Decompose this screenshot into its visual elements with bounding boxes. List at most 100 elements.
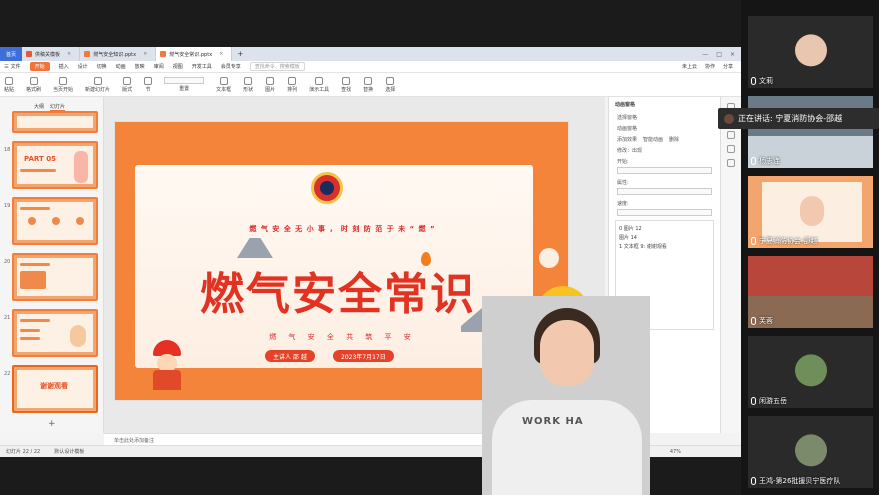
- slide-thumb-20[interactable]: 20: [4, 253, 98, 301]
- new-slide-icon: [93, 76, 102, 85]
- anim-pane-title: 动画窗格: [615, 102, 636, 108]
- menu-insert[interactable]: 插入: [59, 63, 69, 70]
- delete-button[interactable]: 删除: [669, 136, 679, 143]
- presentation-tools-button[interactable]: 演示工具: [309, 76, 329, 93]
- anim-item[interactable]: 图片 14: [619, 233, 710, 242]
- tab-slides[interactable]: 幻灯片: [50, 103, 66, 111]
- menu-view[interactable]: 视图: [173, 63, 183, 70]
- menu-developer[interactable]: 开发工具: [192, 63, 212, 70]
- slide-thumb-21[interactable]: 21: [4, 309, 98, 357]
- menu-member[interactable]: 会员专享: [221, 63, 241, 70]
- tools-icon: [315, 76, 324, 85]
- participant-video[interactable]: 文莉: [748, 16, 873, 88]
- collab-button[interactable]: 协作: [705, 63, 715, 70]
- ppt-icon: [160, 51, 167, 57]
- participant-video[interactable]: 闲游五岳: [748, 336, 873, 408]
- thumb-title: PART 05: [24, 155, 56, 163]
- command-search-input[interactable]: 查找命令、搜索模板: [249, 62, 305, 71]
- slide-thumb-17[interactable]: [12, 111, 98, 133]
- tab-outline[interactable]: 大纲: [34, 103, 44, 111]
- layout-button[interactable]: 版式: [122, 76, 132, 93]
- arrange-icon: [288, 76, 297, 85]
- app-root: 首页 供稿关模板 × 燃气安全知识.pptx × 燃气安全常识.pptx × + — …: [0, 0, 879, 495]
- shape-button[interactable]: 形状: [243, 76, 253, 93]
- slide-thumb-19[interactable]: 19: [4, 197, 98, 245]
- start-label: 开始:: [617, 159, 629, 165]
- shape-tool-icon[interactable]: [727, 131, 735, 139]
- select-pane-link[interactable]: 选择窗格: [609, 112, 720, 123]
- participant-video[interactable]: 王鸿-第26批援贝宁医疗队: [748, 416, 873, 488]
- format-painter-button[interactable]: 格式刷: [26, 76, 41, 93]
- play-from-current-button[interactable]: 当页开始: [53, 76, 73, 93]
- settings-tool-icon[interactable]: [727, 159, 735, 167]
- smart-anim-button[interactable]: 智能动画: [643, 136, 663, 143]
- anim-pane-link[interactable]: 动画窗格: [609, 123, 720, 134]
- slide-count: 幻灯片 22 / 22: [6, 449, 41, 455]
- textbox-icon: [219, 76, 228, 85]
- menu-animation[interactable]: 动画: [116, 63, 126, 70]
- shape-icon: [244, 76, 253, 85]
- new-tab-icon[interactable]: +: [232, 50, 243, 58]
- slide-thumbnail-pane: 大纲 幻灯片 18 PART 05 19 20 21 22 谢谢观看 +: [0, 97, 104, 433]
- close-window-icon[interactable]: ×: [730, 51, 735, 58]
- avatar: [794, 354, 827, 387]
- tab-gas-safety[interactable]: 燃气安全常识.pptx ×: [156, 47, 233, 61]
- menu-design[interactable]: 设计: [78, 63, 88, 70]
- select-button[interactable]: 选择: [385, 76, 395, 93]
- speed-select[interactable]: [617, 209, 712, 216]
- arrange-button[interactable]: 排列: [287, 76, 297, 93]
- brush-icon: [29, 76, 38, 85]
- find-button[interactable]: 查找: [341, 76, 351, 93]
- participant-video[interactable]: 杨志连: [748, 96, 873, 168]
- menu-start[interactable]: 开始: [29, 62, 50, 71]
- add-slide-icon[interactable]: +: [48, 419, 56, 429]
- ribbon-toolbar: 粘贴 格式刷 当页开始 新建幻灯片 版式 节 重置 文本框 形状 图片 排列 演…: [0, 73, 741, 97]
- wps-icon: [26, 51, 33, 57]
- girl-illustration: [74, 151, 88, 183]
- participant-video[interactable]: 芙蓉: [748, 256, 873, 328]
- menu-transition[interactable]: 切换: [97, 63, 107, 70]
- slide-thumb-22[interactable]: 22 谢谢观看: [4, 365, 98, 413]
- style-tool-icon[interactable]: [727, 145, 735, 153]
- participants-panel: 文莉 杨志连 宁夏消防协会-邵越 芙蓉 闲游五岳 王鸿-第26批援贝宁医疗队: [741, 0, 879, 495]
- replace-button[interactable]: 替换: [363, 76, 373, 93]
- new-slide-button[interactable]: 新建幻灯片: [85, 76, 110, 93]
- modify-label: 修改：出现: [617, 148, 643, 154]
- close-icon[interactable]: ×: [219, 51, 223, 57]
- paste-button[interactable]: 粘贴: [4, 76, 14, 93]
- zoom-level[interactable]: 47%: [670, 449, 741, 455]
- start-select[interactable]: [617, 167, 712, 174]
- mic-icon: [751, 477, 756, 485]
- property-select[interactable]: [617, 188, 712, 195]
- maximize-icon[interactable]: □: [716, 51, 722, 58]
- anim-item[interactable]: 0 图片 12: [619, 224, 710, 233]
- section-button[interactable]: 节: [144, 76, 153, 93]
- tab-home[interactable]: 首页: [0, 47, 23, 61]
- add-effect-button[interactable]: 添加效果: [617, 136, 637, 143]
- thumb-title: 谢谢观看: [40, 382, 68, 390]
- anim-item[interactable]: 1 文本框 9: 谢谢观看: [619, 242, 710, 251]
- tab-template[interactable]: 供稿关模板 ×: [22, 47, 81, 61]
- ppt-icon: [84, 51, 91, 57]
- tab-gas-knowledge[interactable]: 燃气安全知识.pptx ×: [80, 47, 157, 61]
- menu-slideshow[interactable]: 放映: [135, 63, 145, 70]
- cloud-status[interactable]: 未上云: [682, 63, 697, 70]
- menu-review[interactable]: 审阅: [154, 63, 164, 70]
- theme-name: 默认设计模板: [54, 449, 85, 455]
- close-icon[interactable]: ×: [67, 51, 71, 57]
- close-icon[interactable]: ×: [143, 51, 147, 57]
- menu-file[interactable]: 三 文件: [4, 63, 21, 70]
- font-select[interactable]: [164, 77, 205, 84]
- share-button[interactable]: 分享: [723, 63, 733, 70]
- minimize-icon[interactable]: —: [702, 51, 708, 58]
- layout-icon: [123, 76, 132, 85]
- reset-button[interactable]: 重置: [164, 77, 205, 92]
- avatar: [794, 34, 827, 67]
- picture-button[interactable]: 图片: [265, 76, 275, 93]
- play-icon: [59, 76, 68, 85]
- participant-video[interactable]: 宁夏消防协会-邵越: [748, 176, 873, 248]
- thumb-tabs: 大纲 幻灯片: [0, 97, 103, 111]
- slide-slogan: 燃 气 安 全 无 小 事 ， 时 刻 防 范 于 未 “ 燃 ”: [249, 225, 436, 233]
- slide-thumb-18[interactable]: 18 PART 05: [4, 141, 98, 189]
- textbox-button[interactable]: 文本框: [216, 76, 231, 93]
